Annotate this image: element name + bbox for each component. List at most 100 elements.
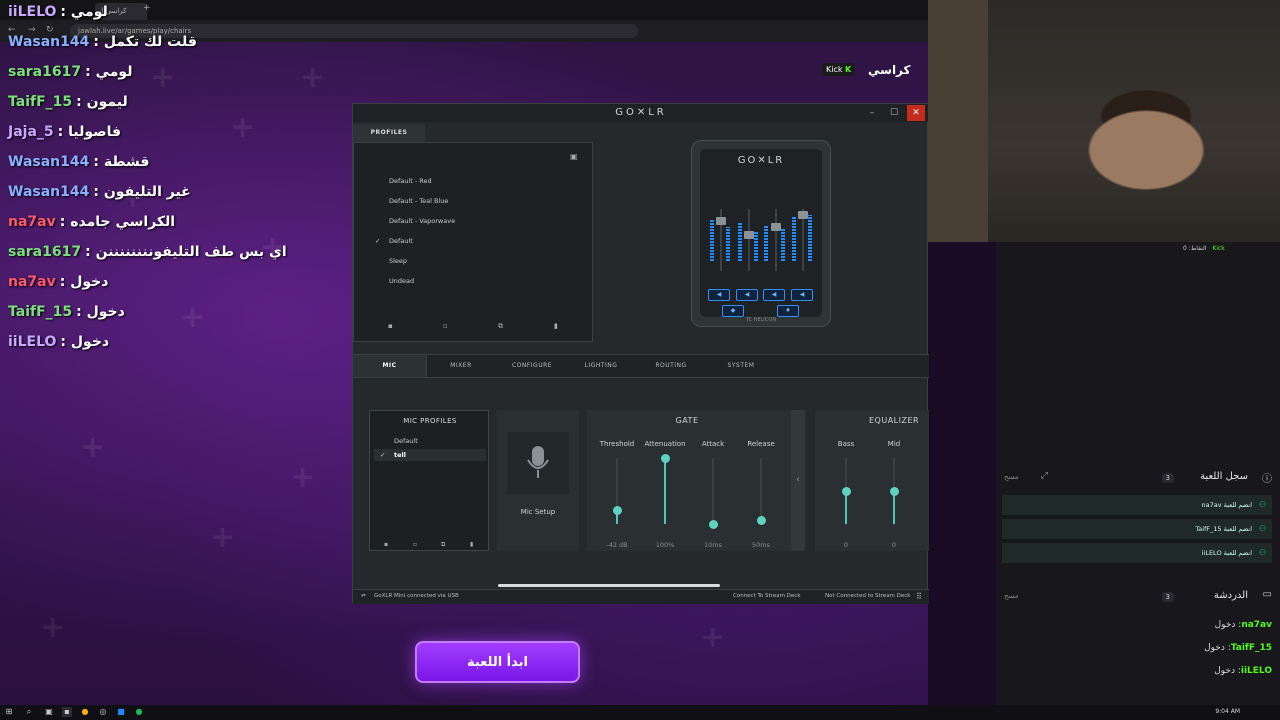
close-button[interactable]: ✕ — [907, 105, 925, 121]
chat-text: : دخول — [59, 274, 109, 290]
fader-track — [748, 209, 750, 271]
points-text: النقاط: 0 — [1183, 245, 1207, 252]
slider-value: 50ms — [752, 541, 770, 549]
check-icon: ✓ — [375, 237, 381, 245]
duplicate-icon[interactable]: ⧉ — [498, 322, 503, 331]
goxlr-device-image: GO✕LR ◀ ◀ ◀ ◀ ◆ ♦ TC HELICON — [691, 140, 831, 327]
chat-username: na7av — [8, 214, 56, 230]
chat-row: دخول :iiLELO — [1214, 666, 1272, 676]
slider-knob[interactable] — [756, 516, 766, 526]
chat-icon[interactable]: ▭ — [1263, 589, 1272, 600]
slider-track[interactable] — [712, 458, 714, 524]
chat-text: دخول — [1204, 643, 1225, 653]
app-icon[interactable]: ■ — [116, 707, 126, 717]
new-icon[interactable]: ▫ — [443, 322, 448, 330]
taskview-icon[interactable]: ▣ — [44, 707, 54, 717]
kick-badge[interactable]: Kick K — [822, 63, 856, 76]
chat-title: الدردشة — [1213, 590, 1248, 601]
delete-icon[interactable]: ▮ — [554, 322, 558, 330]
duplicate-icon[interactable]: ⧉ — [441, 541, 445, 549]
tab-mixer[interactable]: MIXER — [439, 355, 483, 377]
chat-message: Wasan144: قشطة — [8, 154, 149, 170]
new-icon[interactable]: ▫ — [413, 541, 417, 548]
horizontal-scrollbar[interactable] — [498, 584, 720, 587]
tab-routing[interactable]: ROUTING — [645, 355, 697, 377]
slider-fill — [845, 491, 847, 524]
fader-knob — [716, 217, 726, 225]
goxlr-titlebar[interactable]: GO✕LR – ☐ ✕ — [353, 104, 929, 122]
mic-setup-label: Mic Setup — [520, 508, 556, 516]
slider-fill — [893, 491, 895, 524]
minimize-button[interactable]: – — [863, 105, 881, 121]
mic-profile-item[interactable]: Default — [394, 437, 418, 445]
folder-icon[interactable]: ▣ — [570, 152, 578, 161]
info-icon[interactable]: ⓘ — [1262, 470, 1272, 485]
profile-item[interactable]: Sleep — [389, 257, 407, 265]
webcam-feed — [928, 0, 1280, 242]
user-join-icon: ⚇ — [1258, 524, 1266, 533]
app-icon[interactable]: ▪ — [62, 707, 72, 717]
chat-username: iiLELO — [1240, 666, 1272, 676]
profiles-tab[interactable]: PROFILES — [353, 124, 425, 142]
chat-username: iiLELO — [8, 4, 57, 20]
mic-setup-button[interactable]: Mic Setup — [497, 410, 579, 551]
spotify-icon[interactable]: ● — [134, 707, 144, 717]
slider-knob[interactable] — [889, 486, 899, 496]
profile-item[interactable]: Undead — [389, 277, 414, 285]
kick-logo-icon: K — [845, 65, 852, 74]
new-tab-button[interactable]: + — [143, 3, 151, 13]
slider-knob[interactable] — [708, 519, 718, 529]
microphone-icon — [527, 446, 549, 478]
clear-chat-button[interactable]: مسح — [1004, 592, 1019, 600]
chat-message: na7av: دخول — [8, 274, 108, 290]
slider-track[interactable] — [760, 458, 762, 524]
save-icon[interactable]: ▪ — [384, 541, 388, 548]
meter — [710, 219, 714, 261]
search-icon[interactable]: ⌕ — [24, 707, 34, 717]
save-icon[interactable]: ▪ — [388, 322, 393, 330]
profile-item[interactable]: Default - Teal Blue — [389, 197, 448, 205]
delete-icon[interactable]: ▮ — [470, 541, 473, 548]
scroll-left-icon[interactable]: ‹ — [791, 410, 805, 551]
selected-row-highlight — [374, 449, 486, 461]
maximize-button[interactable]: ☐ — [885, 105, 903, 121]
chat-username: Wasan144 — [8, 184, 90, 200]
meter — [754, 231, 758, 261]
chat-message: Wasan144: غير التليفون — [8, 184, 191, 200]
tab-mic[interactable]: MIC — [353, 355, 427, 377]
mute-button-icon: ◀ — [763, 289, 785, 301]
slider-knob[interactable] — [841, 486, 851, 496]
chat-text: دخول — [1214, 620, 1236, 630]
meter — [781, 229, 785, 261]
profile-item[interactable]: Default — [389, 237, 413, 245]
slider-fill — [664, 458, 666, 524]
tab-system[interactable]: SYSTEM — [715, 355, 767, 377]
chat-text: : اي بس طف التليفوننننننننن — [85, 244, 287, 260]
tab-lighting[interactable]: LIGHTING — [575, 355, 627, 377]
fader-knob — [798, 211, 808, 219]
slider-value: -42 dB — [606, 541, 628, 549]
profile-item[interactable]: Default - Vaporwave — [389, 217, 455, 225]
start-game-button[interactable]: ابدأ اللعبة — [415, 641, 580, 683]
taskbar: ⊞ ⌕ ▣ ▪ ● ◎ ■ ● 9:04 AM — [0, 705, 1280, 720]
app-icon[interactable]: ◎ — [98, 707, 108, 717]
profile-item[interactable]: Default - Red — [389, 177, 432, 185]
chat-username: Wasan144 — [8, 154, 90, 170]
expand-icon[interactable]: ⤢ — [1041, 471, 1048, 481]
gate-section: GATE Threshold -42 dB Attenuation 100% Attac… — [587, 410, 805, 551]
tab-configure[interactable]: CONFIGURE — [503, 355, 561, 377]
slider-knob[interactable] — [612, 506, 622, 516]
clear-log-button[interactable]: مسح — [1004, 473, 1019, 481]
connect-stream-deck-link[interactable]: Connect To Stream Deck — [733, 593, 801, 599]
mic-profiles-title: MIC PROFILES — [403, 417, 457, 425]
chat-text: : دخول — [60, 334, 110, 350]
slider-value: 10ms — [704, 541, 722, 549]
browser-tabbar: كراسي | جولة + — [0, 0, 928, 32]
slider-knob[interactable] — [660, 453, 670, 463]
mic-profile-item[interactable]: tell — [394, 451, 406, 459]
chrome-icon[interactable]: ● — [80, 707, 90, 717]
goxlr-tabs: MIC MIXER CONFIGURE LIGHTING ROUTING SYS… — [353, 354, 929, 378]
user-join-icon: ⚇ — [1258, 500, 1266, 509]
start-icon[interactable]: ⊞ — [4, 707, 14, 717]
grid-icon[interactable]: ⠿ — [916, 592, 922, 601]
